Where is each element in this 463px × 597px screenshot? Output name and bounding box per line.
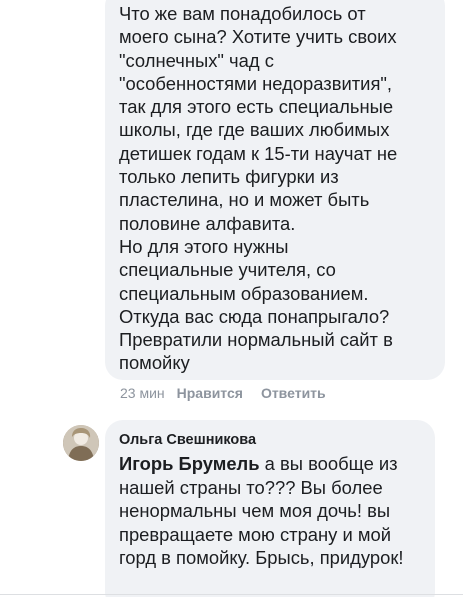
mention-link[interactable]: Игорь Брумель: [119, 453, 260, 474]
comment-thread: Что же вам понадобилось от моего сына? Х…: [0, 0, 463, 597]
reply-button[interactable]: Ответить: [261, 385, 326, 401]
avatar-photo-icon: [63, 425, 99, 461]
reply-text: Игорь Брумель а вы вообще из нашей стран…: [119, 452, 423, 570]
like-button[interactable]: Нравится: [177, 385, 243, 401]
comment-actions: 23 мин Нравится Ответить: [120, 385, 344, 401]
avatar[interactable]: [63, 425, 99, 461]
divider: [0, 594, 463, 595]
comment-author[interactable]: Ольга Свешникова: [119, 430, 423, 450]
comment-text: Что же вам понадобилось от моего сына? Х…: [119, 3, 398, 374]
comment-bubble: Что же вам понадобилось от моего сына? Х…: [105, 0, 445, 380]
comment-timestamp[interactable]: 23 мин: [120, 385, 165, 401]
reply-bubble: Ольга Свешникова Игорь Брумель а вы вооб…: [105, 420, 435, 597]
